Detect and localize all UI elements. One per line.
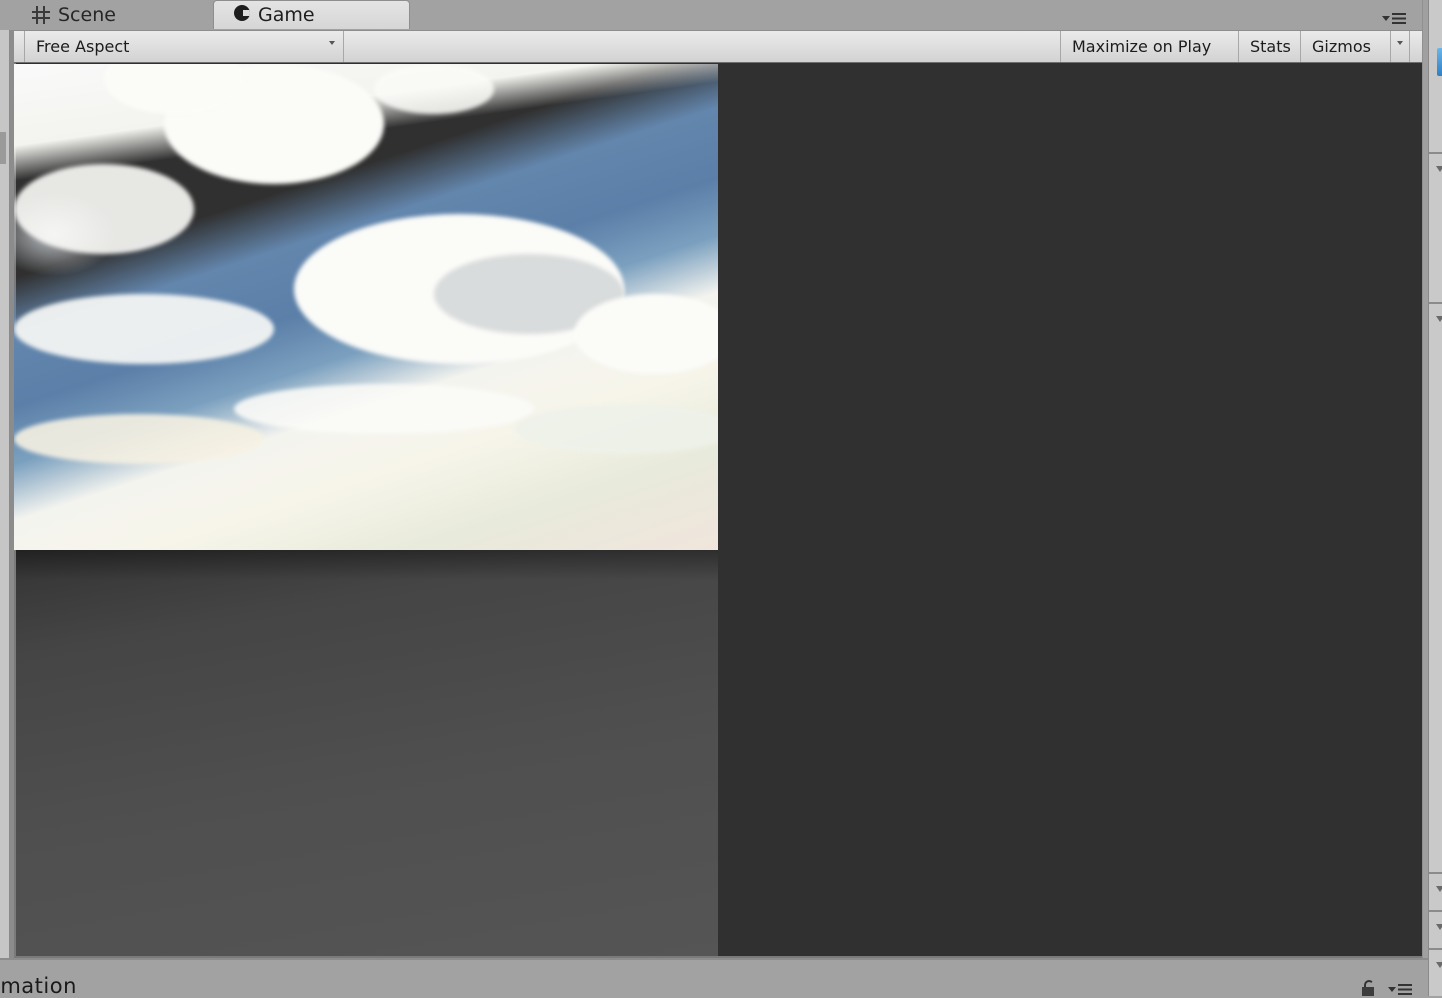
dropdown-triangle-icon: [1382, 15, 1390, 21]
foldout-arrow-icon[interactable]: [1436, 316, 1442, 322]
game-toolbar: Free Aspect Maximize on Play Stats Gizmo…: [14, 30, 1422, 63]
foldout-arrow-icon[interactable]: [1436, 886, 1442, 892]
stats-label: Stats: [1250, 37, 1291, 56]
cloud: [14, 164, 194, 254]
maximize-on-play-toggle[interactable]: Maximize on Play: [1060, 31, 1238, 62]
section-divider: [1429, 152, 1442, 154]
section-divider: [1429, 948, 1442, 950]
lock-icon[interactable]: [1362, 980, 1374, 996]
game-render-ground: [16, 550, 718, 956]
chevron-down-icon: [1397, 41, 1403, 45]
pacman-game-icon: [234, 5, 250, 21]
gizmos-label: Gizmos: [1312, 37, 1371, 56]
tab-scene[interactable]: Scene: [22, 0, 212, 29]
left-scrollbar-thumb[interactable]: [0, 132, 6, 164]
hamburger-menu-icon: [1398, 984, 1412, 995]
tab-game-label: Game: [258, 4, 315, 26]
stats-toggle[interactable]: Stats: [1238, 31, 1300, 62]
panel-options-button[interactable]: [1388, 984, 1412, 995]
tab-scene-label: Scene: [58, 3, 116, 26]
grid-hash-icon: [32, 5, 50, 24]
foldout-arrow-icon[interactable]: [1436, 166, 1442, 172]
cloud: [514, 404, 718, 454]
panel-options-button[interactable]: [1382, 10, 1416, 26]
section-divider: [1429, 910, 1442, 912]
maximize-on-play-label: Maximize on Play: [1072, 37, 1212, 56]
component-icon: [1437, 48, 1442, 76]
section-divider: [1429, 872, 1442, 874]
aspect-dropdown[interactable]: Free Aspect: [24, 31, 344, 62]
tab-animation[interactable]: imation: [0, 974, 77, 998]
section-divider: [1429, 302, 1442, 304]
tab-strip: Scene Game: [0, 0, 1422, 30]
gizmos-toggle[interactable]: Gizmos: [1300, 31, 1390, 62]
cloud: [374, 64, 494, 114]
tab-game[interactable]: Game: [213, 0, 410, 29]
hamburger-menu-icon: [1392, 12, 1406, 24]
cloud: [574, 294, 718, 374]
cloud: [234, 384, 534, 434]
animation-panel-header: imation: [0, 958, 1428, 998]
aspect-dropdown-label: Free Aspect: [36, 37, 130, 56]
cloud: [14, 414, 264, 464]
foldout-arrow-icon[interactable]: [1436, 962, 1442, 968]
cloud: [14, 294, 274, 364]
inspector-edge: [1428, 0, 1442, 996]
gizmos-dropdown-button[interactable]: [1390, 31, 1410, 62]
chevron-down-icon: [329, 41, 335, 45]
foldout-arrow-icon[interactable]: [1436, 924, 1442, 930]
left-panel-edge: [0, 30, 10, 958]
game-render-sky: [14, 64, 718, 550]
dropdown-triangle-icon: [1388, 987, 1396, 992]
